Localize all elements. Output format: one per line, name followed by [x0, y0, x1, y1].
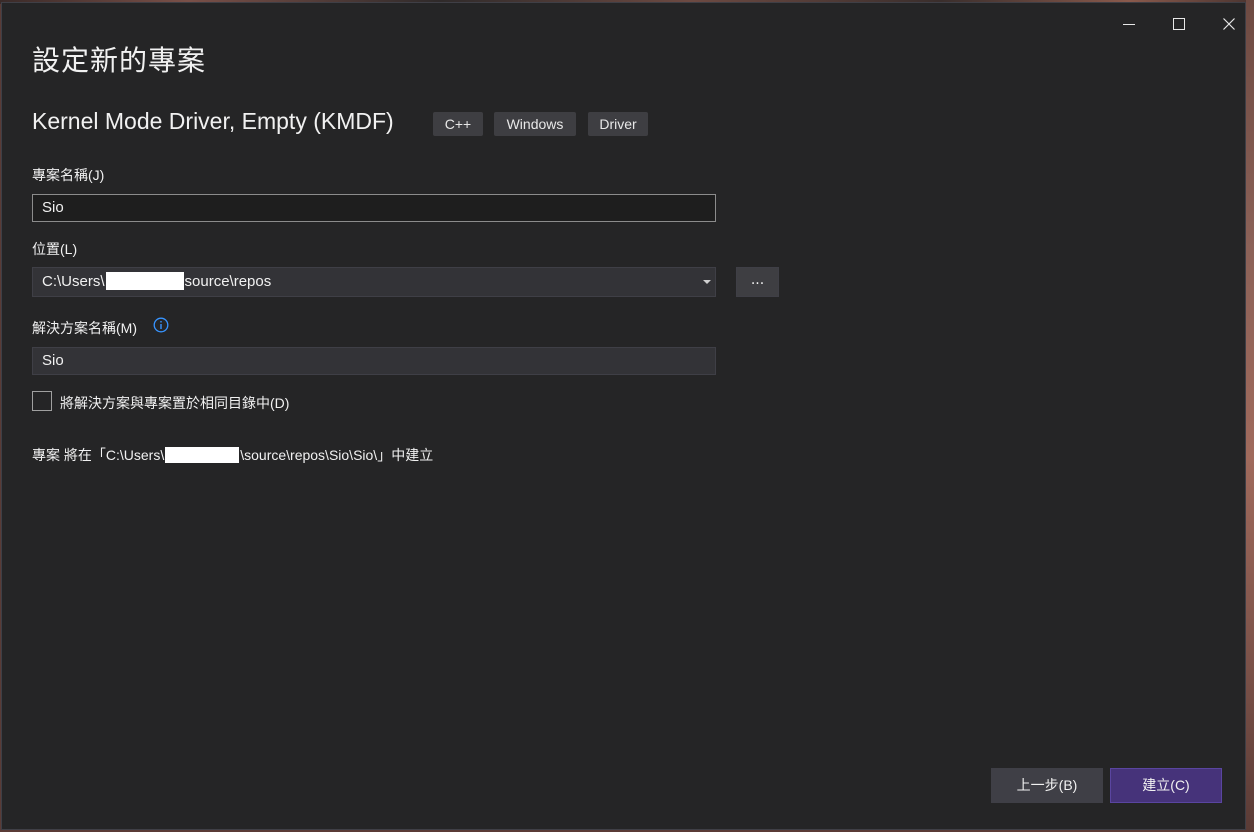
new-project-dialog: 設定新的專案 Kernel Mode Driver, Empty (KMDF) … [1, 2, 1246, 830]
tag-cpp: C++ [433, 112, 483, 136]
back-button[interactable]: 上一步(B) [991, 768, 1103, 803]
redacted-username [165, 447, 240, 464]
info-icon[interactable] [153, 317, 169, 333]
path-info-suffix: \source\repos\Sio\Sio\」中建立 [240, 447, 434, 463]
location-suffix: source\repos [184, 273, 272, 290]
solution-name-input[interactable]: Sio [32, 347, 716, 375]
browse-button[interactable]: ... [736, 267, 779, 297]
maximize-icon [1173, 18, 1185, 30]
close-icon [1223, 18, 1235, 30]
path-info-prefix: 專案 將在「C:\Users\ [32, 447, 165, 463]
close-button[interactable] [1206, 11, 1252, 37]
solution-name-label: 解決方案名稱(M) [32, 320, 137, 336]
tag-windows: Windows [494, 112, 576, 136]
desktop-background-edge [1246, 0, 1254, 832]
project-path-info: 專案 將在「C:\Users\ \source\repos\Sio\Sio\」中建… [32, 445, 433, 465]
location-prefix: C:\Users\ [42, 273, 105, 290]
minimize-icon [1123, 23, 1135, 25]
project-name-input[interactable]: Sio [32, 194, 716, 222]
minimize-button[interactable] [1106, 11, 1152, 37]
template-name: Kernel Mode Driver, Empty (KMDF) [32, 108, 394, 134]
same-directory-checkbox[interactable] [32, 391, 52, 411]
create-button[interactable]: 建立(C) [1110, 768, 1222, 803]
page-title: 設定新的專案 [32, 44, 207, 77]
tag-driver: Driver [588, 112, 648, 136]
same-directory-label[interactable]: 將解決方案與專案置於相同目錄中(D) [60, 393, 289, 413]
redacted-username [105, 272, 184, 291]
location-label: 位置(L) [32, 241, 78, 257]
project-name-label: 專案名稱(J) [32, 167, 105, 183]
location-combobox[interactable]: C:\Users\ source\repos [32, 267, 716, 297]
maximize-button[interactable] [1156, 11, 1202, 37]
chevron-down-icon[interactable] [703, 280, 711, 284]
